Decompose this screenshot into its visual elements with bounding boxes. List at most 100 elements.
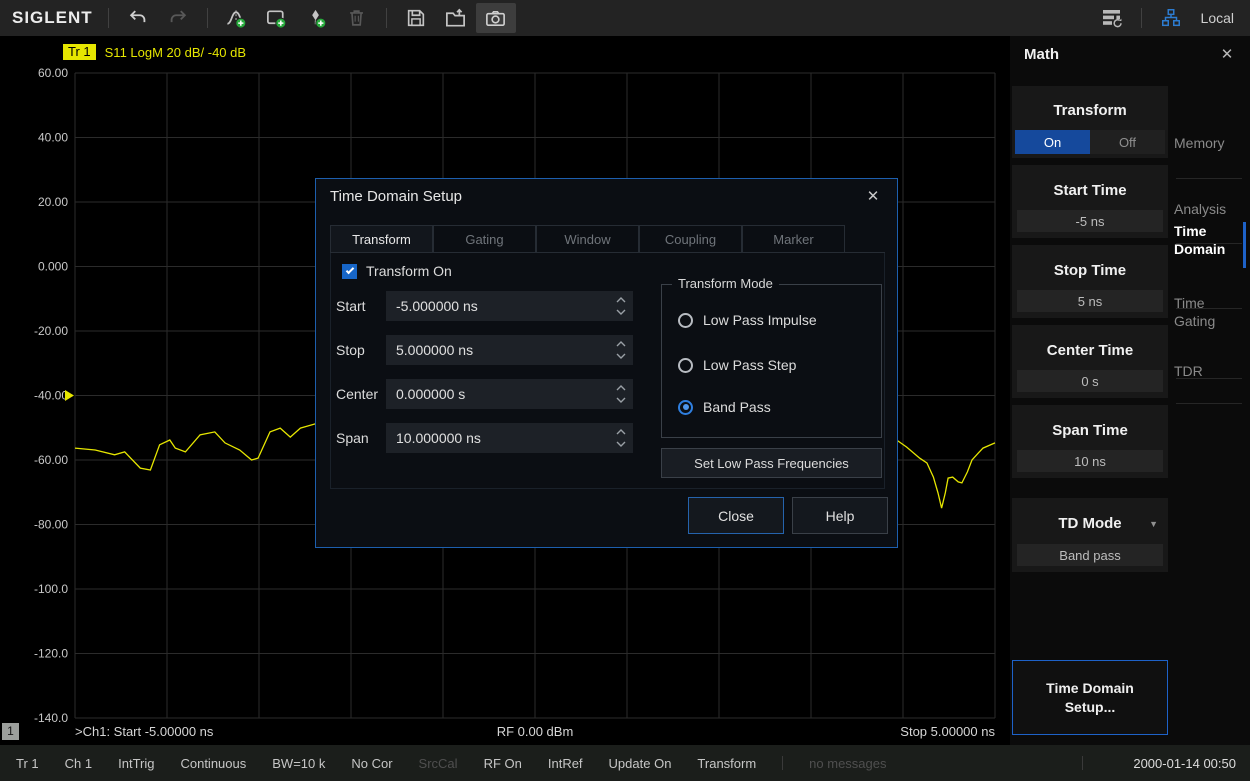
center-time-block[interactable]: Center Time 0 s: [1012, 325, 1168, 398]
set-low-pass-frequencies-button[interactable]: Set Low Pass Frequencies: [661, 448, 882, 478]
transform-off-option[interactable]: Off: [1090, 130, 1165, 154]
dialog-title: Time Domain Setup: [330, 188, 462, 205]
stop-time-block[interactable]: Stop Time 5 ns: [1012, 245, 1168, 318]
dialog-titlebar[interactable]: Time Domain Setup ✕: [316, 179, 897, 213]
redo-icon: [167, 7, 189, 29]
separator: [782, 756, 783, 770]
dialog-tabs: Transform Gating Window Coupling Marker: [330, 225, 885, 253]
screenshot-button[interactable]: [476, 3, 516, 33]
span-time-value[interactable]: 10 ns: [1017, 450, 1163, 472]
span-input[interactable]: 10.000000 ns: [386, 423, 633, 453]
status-rf: RF On: [484, 756, 522, 771]
undo-icon: [127, 7, 149, 29]
y-tick-label: 20.00: [38, 195, 68, 209]
panel-close-icon[interactable]: ✕: [1218, 45, 1236, 63]
add-window-button[interactable]: [257, 3, 297, 33]
center-input[interactable]: 0.000000 s: [386, 379, 633, 409]
y-tick-label: 0.000: [38, 260, 68, 274]
radio-low-pass-step[interactable]: Low Pass Step: [678, 356, 796, 374]
dialog-close-icon[interactable]: ✕: [863, 187, 883, 205]
center-time-value[interactable]: 0 s: [1017, 370, 1163, 392]
tab-window[interactable]: Window: [536, 225, 639, 252]
td-mode-value[interactable]: Band pass: [1017, 544, 1163, 566]
transform-on-label: Transform On: [366, 263, 452, 279]
stop-time-value[interactable]: 5 ns: [1017, 290, 1163, 312]
network-button[interactable]: [1151, 3, 1191, 33]
y-tick-label: -80.00: [34, 518, 68, 532]
tab-gating[interactable]: Gating: [433, 225, 536, 252]
chevron-up-icon: [616, 429, 626, 435]
add-marker-button[interactable]: [297, 3, 337, 33]
add-trace-icon: [225, 7, 248, 30]
help-button[interactable]: Help: [792, 497, 888, 534]
radio-band-pass[interactable]: Band Pass: [678, 398, 771, 416]
radio-icon: [678, 358, 693, 373]
y-tick-label: -40.00: [34, 389, 68, 403]
radio-label: Low Pass Step: [703, 357, 796, 373]
chevron-down-icon: [616, 309, 626, 315]
span-label: Span: [336, 430, 369, 446]
menu-item-analysis[interactable]: Analysis: [1174, 200, 1246, 218]
center-field-row: Center 0.000000 s: [336, 379, 636, 409]
stop-input[interactable]: 5.000000 ns: [386, 335, 633, 365]
menu-label: Analysis: [1174, 201, 1226, 217]
status-correction: No Cor: [351, 756, 392, 771]
block-title: Center Time: [1012, 342, 1168, 359]
save-button[interactable]: [396, 3, 436, 33]
span-spinner[interactable]: [612, 426, 630, 450]
channel-number-badge[interactable]: 1: [2, 723, 19, 740]
menu-item-time-gating[interactable]: Time Gating: [1174, 294, 1246, 330]
menu-item-time-domain[interactable]: Time Domain: [1174, 222, 1246, 258]
transform-on-option[interactable]: On: [1015, 130, 1090, 154]
add-window-icon: [265, 7, 288, 30]
start-value: -5.000000 ns: [396, 298, 478, 314]
time-domain-setup-button[interactable]: Time Domain Setup...: [1012, 660, 1168, 735]
stop-spinner[interactable]: [612, 338, 630, 362]
trace-info-label: S11 LogM 20 dB/ -40 dB: [105, 45, 246, 60]
recall-button[interactable]: [436, 3, 476, 33]
close-button[interactable]: Close: [688, 497, 784, 534]
chevron-down-icon: [616, 353, 626, 359]
span-time-block[interactable]: Span Time 10 ns: [1012, 405, 1168, 478]
delete-button[interactable]: [337, 3, 377, 33]
trash-icon: [346, 7, 368, 29]
redo-button[interactable]: [158, 3, 198, 33]
start-input[interactable]: -5.000000 ns: [386, 291, 633, 321]
center-value: 0.000000 s: [396, 386, 465, 402]
trace-header: Tr 1 S11 LogM 20 dB/ -40 dB: [63, 44, 246, 60]
td-mode-block[interactable]: TD Mode ▼ Band pass: [1012, 498, 1168, 572]
status-trace: Tr 1: [16, 756, 39, 771]
transform-toggle: On Off: [1015, 130, 1165, 154]
menu-label: Time Domain: [1174, 223, 1225, 257]
trace-badge[interactable]: Tr 1: [63, 44, 96, 60]
center-spinner[interactable]: [612, 382, 630, 406]
radio-low-pass-impulse[interactable]: Low Pass Impulse: [678, 311, 817, 329]
status-messages: no messages: [809, 756, 886, 771]
start-time-value[interactable]: -5 ns: [1017, 210, 1163, 232]
tab-marker[interactable]: Marker: [742, 225, 845, 252]
reference-level-marker[interactable]: [65, 390, 74, 401]
radio-label: Band Pass: [703, 399, 771, 415]
status-sweep-mode: Continuous: [180, 756, 246, 771]
menu-item-tdr[interactable]: TDR: [1174, 362, 1246, 380]
separator: [1082, 756, 1083, 770]
display-layout-button[interactable]: [1092, 3, 1132, 33]
dropdown-arrow-icon[interactable]: ▼: [1149, 519, 1158, 529]
chevron-down-icon: [616, 441, 626, 447]
start-time-block[interactable]: Start Time -5 ns: [1012, 165, 1168, 238]
undo-button[interactable]: [118, 3, 158, 33]
camera-icon: [484, 7, 507, 30]
y-tick-label: -60.00: [34, 453, 68, 467]
block-title: Start Time: [1012, 182, 1168, 199]
menu-item-memory[interactable]: Memory: [1174, 134, 1246, 152]
tab-coupling[interactable]: Coupling: [639, 225, 742, 252]
start-label: Start: [336, 298, 366, 314]
menu-label: TDR: [1174, 363, 1203, 379]
separator: [386, 8, 387, 28]
add-trace-button[interactable]: [217, 3, 257, 33]
status-reference: IntRef: [548, 756, 583, 771]
math-softkey-panel: Math ✕ Transform On Off Start Time -5 ns…: [1010, 36, 1250, 745]
transform-on-checkbox[interactable]: [342, 264, 357, 279]
start-spinner[interactable]: [612, 294, 630, 318]
tab-transform[interactable]: Transform: [330, 225, 433, 252]
